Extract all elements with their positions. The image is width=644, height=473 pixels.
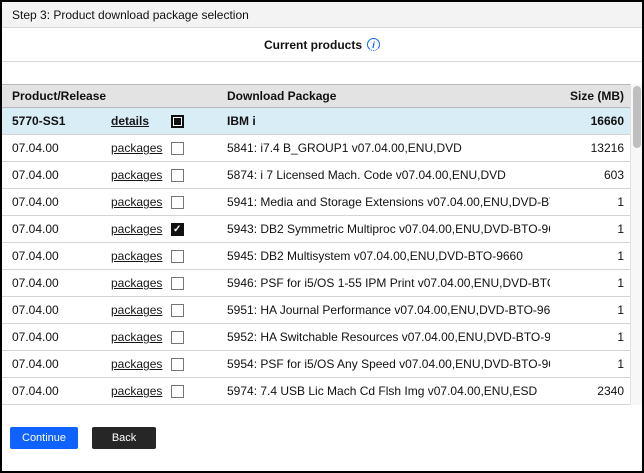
table-row: 07.04.00 packages 5946: PSF for i5/OS 1-… bbox=[2, 270, 642, 297]
row-size: 1 bbox=[550, 276, 642, 290]
row-package-name: 5954: PSF for i5/OS Any Speed v07.04.00,… bbox=[223, 357, 550, 371]
step-header: Step 3: Product download package selecti… bbox=[2, 2, 642, 28]
packages-link[interactable]: packages bbox=[111, 141, 162, 155]
vertical-scrollbar[interactable] bbox=[630, 84, 642, 405]
row-size: 603 bbox=[550, 168, 642, 182]
row-release: 07.04.00 bbox=[2, 330, 107, 344]
packages-link[interactable]: packages bbox=[111, 330, 162, 344]
row-checkbox[interactable] bbox=[171, 358, 184, 371]
row-package-name: 5945: DB2 Multisystem v07.04.00,ENU,DVD-… bbox=[223, 249, 550, 263]
row-checkbox[interactable] bbox=[171, 142, 184, 155]
row-checkbox[interactable] bbox=[171, 331, 184, 344]
scrollbar-thumb[interactable] bbox=[633, 86, 641, 148]
row-size: 13216 bbox=[550, 141, 642, 155]
section-title: Current products bbox=[264, 38, 362, 52]
row-size: 1 bbox=[550, 357, 642, 371]
packages-link[interactable]: packages bbox=[111, 195, 162, 209]
continue-button[interactable]: Continue bbox=[10, 427, 78, 449]
parent-product-id: 5770-SS1 bbox=[2, 114, 107, 128]
packages-link[interactable]: packages bbox=[111, 384, 162, 398]
back-button[interactable]: Back bbox=[92, 427, 156, 449]
details-link[interactable]: details bbox=[111, 114, 149, 128]
row-package-name: 5951: HA Journal Performance v07.04.00,E… bbox=[223, 303, 550, 317]
row-package-name: 5841: i7.4 B_GROUP1 v07.04.00,ENU,DVD bbox=[223, 141, 550, 155]
products-table: Product/Release Download Package Size (M… bbox=[2, 84, 642, 405]
row-size: 1 bbox=[550, 303, 642, 317]
table-row: 07.04.00 packages 5943: DB2 Symmetric Mu… bbox=[2, 216, 642, 243]
table-row: 07.04.00 packages 5945: DB2 Multisystem … bbox=[2, 243, 642, 270]
table-row: 07.04.00 packages 5941: Media and Storag… bbox=[2, 189, 642, 216]
parent-product-row: 5770-SS1 details IBM i 16660 bbox=[2, 108, 642, 135]
row-package-name: 5974: 7.4 USB Lic Mach Cd Flsh Img v07.0… bbox=[223, 384, 550, 398]
column-header-product-release: Product/Release bbox=[2, 89, 107, 103]
row-release: 07.04.00 bbox=[2, 276, 107, 290]
row-release: 07.04.00 bbox=[2, 357, 107, 371]
row-size: 1 bbox=[550, 330, 642, 344]
packages-link[interactable]: packages bbox=[111, 303, 162, 317]
row-release: 07.04.00 bbox=[2, 384, 107, 398]
row-checkbox[interactable] bbox=[171, 250, 184, 263]
row-size: 1 bbox=[550, 195, 642, 209]
dialog-window: Step 3: Product download package selecti… bbox=[0, 0, 644, 473]
step-title: Step 3: Product download package selecti… bbox=[12, 8, 249, 22]
row-size: 2340 bbox=[550, 384, 642, 398]
row-release: 07.04.00 bbox=[2, 222, 107, 236]
row-release: 07.04.00 bbox=[2, 195, 107, 209]
table-header-row: Product/Release Download Package Size (M… bbox=[2, 84, 642, 108]
packages-link[interactable]: packages bbox=[111, 357, 162, 371]
table-row: 07.04.00 packages 5952: HA Switchable Re… bbox=[2, 324, 642, 351]
packages-link[interactable]: packages bbox=[111, 276, 162, 290]
column-header-size: Size (MB) bbox=[550, 89, 642, 103]
row-checkbox[interactable] bbox=[171, 304, 184, 317]
parent-size: 16660 bbox=[550, 114, 642, 128]
row-release: 07.04.00 bbox=[2, 303, 107, 317]
parent-package-name: IBM i bbox=[223, 114, 550, 128]
row-package-name: 5874: i 7 Licensed Mach. Code v07.04.00,… bbox=[223, 168, 550, 182]
row-checkbox[interactable] bbox=[171, 385, 184, 398]
row-package-name: 5943: DB2 Symmetric Multiproc v07.04.00,… bbox=[223, 222, 550, 236]
row-package-name: 5946: PSF for i5/OS 1-55 IPM Print v07.0… bbox=[223, 276, 550, 290]
row-release: 07.04.00 bbox=[2, 168, 107, 182]
table-row: 07.04.00 packages 5874: i 7 Licensed Mac… bbox=[2, 162, 642, 189]
row-release: 07.04.00 bbox=[2, 249, 107, 263]
row-size: 1 bbox=[550, 222, 642, 236]
table-row: 07.04.00 packages 5954: PSF for i5/OS An… bbox=[2, 351, 642, 378]
row-checkbox[interactable] bbox=[171, 169, 184, 182]
table-row: 07.04.00 packages 5974: 7.4 USB Lic Mach… bbox=[2, 378, 642, 405]
row-checkbox[interactable] bbox=[171, 277, 184, 290]
row-checkbox[interactable] bbox=[171, 196, 184, 209]
table-row: 07.04.00 packages 5951: HA Journal Perfo… bbox=[2, 297, 642, 324]
spacer bbox=[2, 62, 642, 84]
packages-link[interactable]: packages bbox=[111, 168, 162, 182]
table-body: 07.04.00 packages 5841: i7.4 B_GROUP1 v0… bbox=[2, 135, 642, 405]
packages-link[interactable]: packages bbox=[111, 222, 162, 236]
select-all-checkbox[interactable] bbox=[171, 115, 184, 128]
row-package-name: 5952: HA Switchable Resources v07.04.00,… bbox=[223, 330, 550, 344]
info-icon[interactable]: i bbox=[367, 38, 380, 51]
row-size: 1 bbox=[550, 249, 642, 263]
table-row: 07.04.00 packages 5841: i7.4 B_GROUP1 v0… bbox=[2, 135, 642, 162]
packages-link[interactable]: packages bbox=[111, 249, 162, 263]
row-package-name: 5941: Media and Storage Extensions v07.0… bbox=[223, 195, 550, 209]
footer-actions: Continue Back bbox=[2, 405, 642, 471]
column-header-download-package: Download Package bbox=[223, 89, 550, 103]
row-release: 07.04.00 bbox=[2, 141, 107, 155]
row-checkbox[interactable] bbox=[171, 223, 184, 236]
section-header: Current products i bbox=[2, 28, 642, 62]
